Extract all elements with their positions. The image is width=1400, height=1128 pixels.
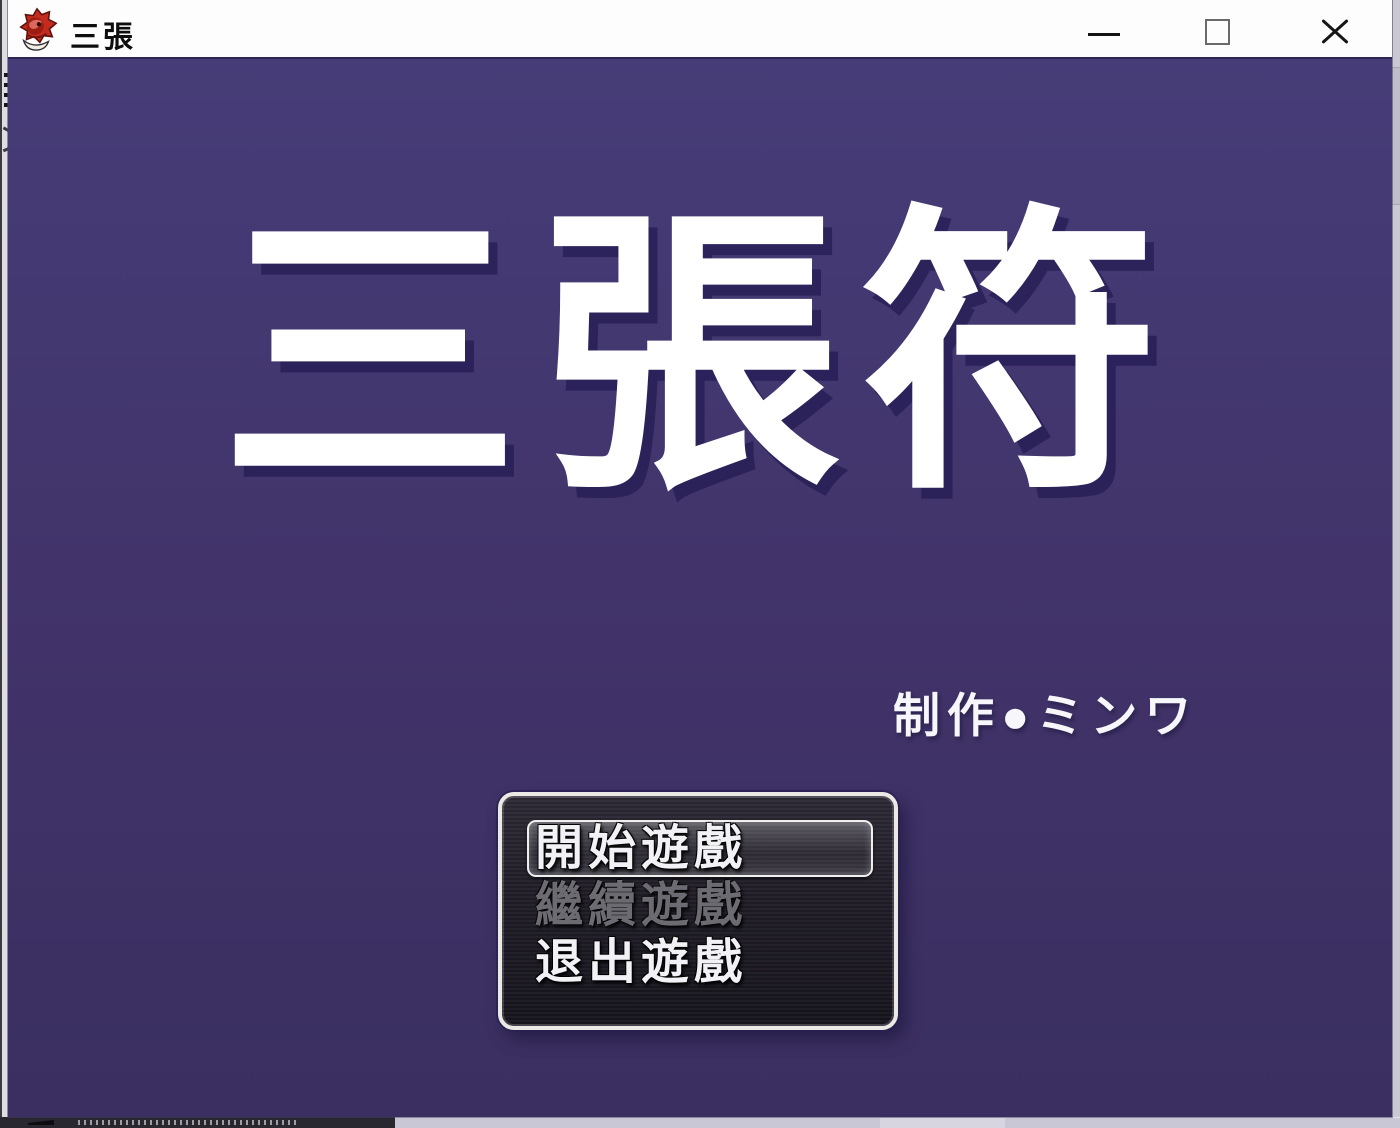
maximize-icon [1205, 19, 1230, 45]
game-screen: 三張符 制作●ミンワ 開始遊戲 繼續遊戲 退出遊戲 [8, 57, 1392, 1117]
minimize-button[interactable] [1080, 12, 1126, 52]
maximize-button[interactable] [1196, 10, 1240, 54]
background-window-left-sliver [0, 0, 8, 1117]
menu-item-exit-game[interactable]: 退出遊戲 [527, 934, 873, 991]
scrollbar-thumb [1392, 67, 1400, 205]
title-menu-items: 開始遊戲 繼續遊戲 退出遊戲 [527, 820, 873, 991]
close-button[interactable] [1308, 6, 1360, 56]
desktop: 三張 三張符 制作●ミンワ 開始遊戲 繼續遊戲 退出遊戲 [0, 0, 1400, 1128]
menu-item-continue-game[interactable]: 繼續遊戲 [527, 877, 873, 934]
game-title-logo: 三張符 [8, 187, 1392, 523]
credit-text: 制作●ミンワ [893, 677, 1198, 746]
background-desktop-segment [880, 1118, 1005, 1128]
menu-item-start-game[interactable]: 開始遊戲 [527, 820, 873, 877]
window-title: 三張 [70, 12, 136, 56]
title-menu-window: 開始遊戲 繼續遊戲 退出遊戲 [498, 792, 898, 1030]
background-desktop-strip [395, 1117, 1400, 1128]
taskbar-arrow-icon [28, 1120, 54, 1125]
taskbar-tiny-glyphs [78, 1120, 296, 1125]
minimize-icon [1088, 33, 1120, 36]
game-window: 三張 三張符 制作●ミンワ 開始遊戲 繼續遊戲 退出遊戲 [8, 0, 1392, 1117]
background-scrollbar-sliver [1392, 0, 1400, 1117]
background-taskbar-strip [0, 1117, 395, 1128]
dragon-app-icon [14, 5, 60, 53]
window-titlebar: 三張 [8, 0, 1392, 57]
